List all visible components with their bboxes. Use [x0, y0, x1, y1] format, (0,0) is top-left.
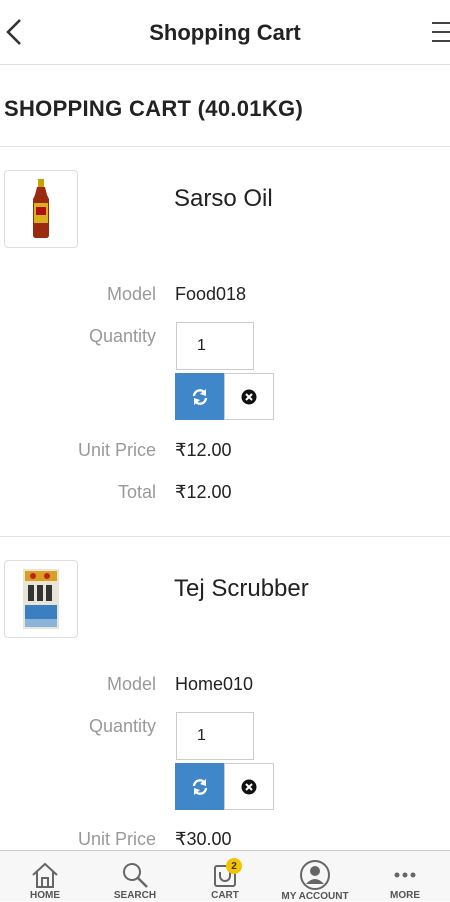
tab-cart[interactable]: 2 CART [180, 851, 270, 901]
cart-heading: SHOPPING CART (40.01KG) [4, 96, 304, 121]
refresh-icon [192, 388, 207, 405]
update-quantity-button[interactable] [175, 763, 224, 810]
product-thumbnail[interactable] [4, 170, 78, 248]
app-header: Shopping Cart [0, 0, 450, 65]
tab-label: SEARCH [113, 890, 157, 901]
product-thumbnail[interactable] [4, 560, 78, 638]
update-quantity-button[interactable] [175, 373, 224, 420]
quantity-input[interactable] [176, 712, 254, 760]
remove-item-button[interactable] [224, 763, 274, 810]
close-circle-icon [241, 389, 257, 404]
model-label: Model [106, 284, 156, 304]
unit-price-value: ₹30.00 [175, 829, 232, 849]
close-circle-icon [241, 779, 257, 794]
page-header-title: Shopping Cart [149, 20, 301, 45]
unit-price-label: Unit Price [77, 829, 156, 849]
search-icon [123, 862, 148, 888]
tab-label: MY ACCOUNT [281, 891, 349, 902]
tab-search[interactable]: SEARCH [90, 851, 180, 901]
menu-button[interactable] [430, 20, 450, 44]
more-icon [394, 872, 416, 877]
refresh-icon [192, 778, 207, 795]
model-value: Food018 [175, 284, 247, 304]
bottom-tab-bar: HOME SEARCH 2 CART MY ACCOUNT MORE [0, 850, 450, 902]
unit-price-value: ₹12.00 [175, 440, 232, 460]
divider [0, 146, 450, 147]
remove-item-button[interactable] [224, 373, 274, 420]
tab-label: CART [211, 890, 239, 901]
unit-price-label: Unit Price [77, 440, 156, 460]
tab-my-account[interactable]: MY ACCOUNT [270, 851, 360, 902]
product-name[interactable]: Tej Scrubber [174, 575, 309, 603]
oil-bottle-image [33, 179, 49, 238]
model-value: Home010 [175, 674, 254, 694]
divider [0, 536, 450, 537]
tab-more[interactable]: MORE [360, 851, 450, 901]
product-name[interactable]: Sarso Oil [174, 185, 273, 213]
total-label: Total [117, 482, 156, 502]
tab-label: HOME [30, 890, 60, 901]
quantity-label: Quantity [88, 716, 156, 736]
scrubber-pack-image [23, 569, 59, 629]
quantity-input[interactable] [176, 322, 254, 370]
home-icon [32, 862, 58, 888]
hamburger-icon [432, 22, 450, 42]
cart-count-badge: 2 [226, 858, 242, 874]
model-label: Model [106, 674, 156, 694]
account-icon [300, 860, 330, 890]
total-value: ₹12.00 [175, 482, 232, 502]
tab-home[interactable]: HOME [0, 851, 90, 901]
quantity-label: Quantity [88, 326, 156, 346]
tab-label: MORE [390, 890, 420, 901]
